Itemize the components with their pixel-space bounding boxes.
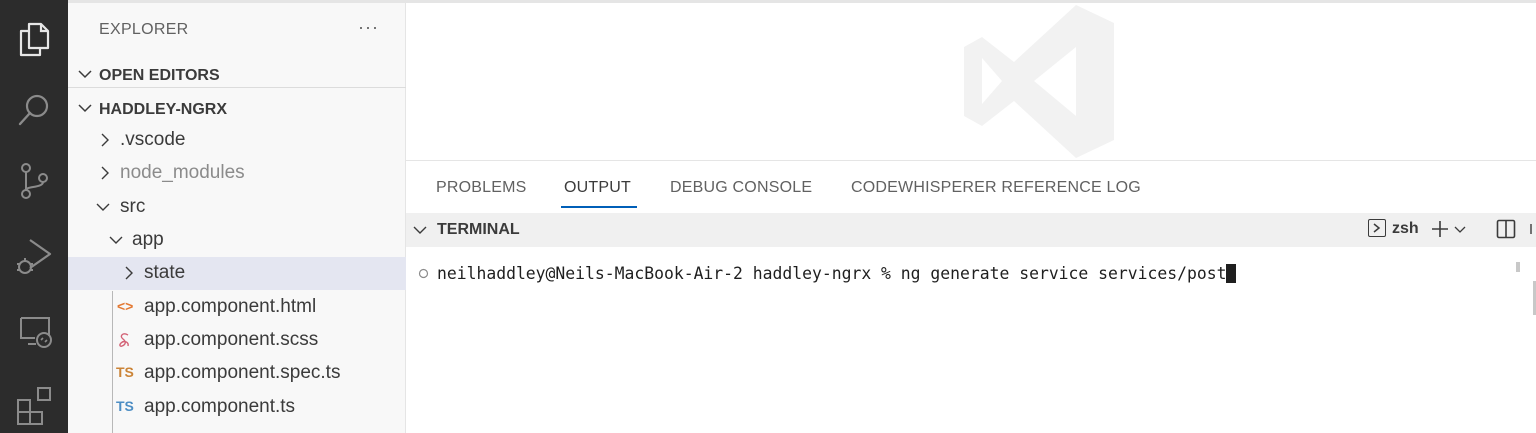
tree-item-label: app (132, 229, 164, 250)
tree-item-src[interactable]: src (68, 191, 406, 224)
tree-item-node-modules[interactable]: node_modules (68, 157, 406, 190)
indent-guide (112, 291, 113, 433)
tree-item-app-component-html[interactable]: <> app.component.html (68, 291, 406, 324)
html-file-icon: <> (117, 298, 134, 314)
tree-item-app-component-ts[interactable]: TS app.component.ts (68, 391, 406, 424)
tree-item-label: .vscode (120, 129, 186, 150)
tab-codewhisperer-reference-log[interactable]: CODEWHISPERER REFERENCE LOG (851, 179, 1141, 197)
tree-item-vscode[interactable]: .vscode (68, 124, 406, 157)
section-label: HADDLEY-NGRX (99, 101, 228, 118)
chevron-down-icon (413, 226, 427, 234)
new-terminal-icon[interactable] (1430, 219, 1450, 239)
explorer-title: EXPLORER (99, 21, 189, 38)
terminal-shell-icon[interactable] (1368, 219, 1386, 237)
more-actions-icon[interactable]: ··· (358, 17, 379, 38)
editor-area[interactable] (406, 3, 1536, 160)
chevron-down-icon (78, 70, 92, 79)
split-terminal-icon[interactable] (1496, 219, 1516, 239)
remote-explorer-icon[interactable] (12, 308, 56, 352)
project-section[interactable]: HADDLEY-NGRX (68, 95, 406, 127)
terminal-section-header[interactable]: TERMINAL zsh (406, 213, 1536, 247)
tree-item-label: src (120, 196, 146, 217)
tree-item-label: app.component.scss (144, 329, 319, 350)
terminal-cursor (1226, 264, 1237, 283)
extensions-icon[interactable] (12, 382, 56, 426)
explorer-sidebar: EXPLORER ··· OPEN EDITORS HADDLEY-NGRX .… (68, 3, 406, 433)
tree-item-label: app.component.spec.ts (144, 362, 341, 383)
chevron-down-icon[interactable] (1454, 223, 1466, 235)
search-icon[interactable] (12, 88, 56, 132)
activity-bar (0, 0, 68, 433)
tree-item-app-component-scss[interactable]: app.component.scss (68, 324, 406, 357)
run-debug-icon[interactable] (12, 234, 56, 278)
tab-output[interactable]: OUTPUT (564, 179, 631, 197)
open-editors-section[interactable]: OPEN EDITORS (68, 61, 406, 93)
chevron-right-icon (101, 166, 109, 180)
tree-item-app[interactable]: app (68, 224, 406, 257)
chevron-right-icon (101, 133, 109, 147)
chevron-down-icon (109, 236, 123, 244)
typescript-test-file-icon: TS (116, 364, 134, 380)
terminal-command-line: neilhaddley@Neils-MacBook-Air-2 haddley-… (437, 264, 1227, 283)
chevron-down-icon (78, 104, 92, 113)
tree-item-label: app.component.html (144, 296, 317, 317)
explorer-icon[interactable] (12, 16, 56, 60)
tree-item-label: app.component.ts (144, 396, 296, 417)
tree-item-label: node_modules (120, 162, 245, 183)
section-label: OPEN EDITORS (99, 67, 220, 84)
section-divider (68, 87, 406, 88)
terminal-output[interactable]: neilhaddley@Neils-MacBook-Air-2 haddley-… (437, 264, 1237, 283)
truncated-action-icon[interactable] (1530, 221, 1534, 237)
sass-file-icon (119, 333, 129, 347)
terminal-title: TERMINAL (437, 221, 520, 238)
source-control-icon[interactable] (12, 158, 56, 202)
bottom-panel: PROBLEMS OUTPUT DEBUG CONSOLE CODEWHISPE… (406, 160, 1536, 433)
chevron-down-icon (96, 203, 110, 211)
vscode-logo-watermark (964, 5, 1114, 158)
tab-problems[interactable]: PROBLEMS (436, 179, 527, 197)
tree-item-label: state (144, 262, 186, 283)
tree-item-state[interactable]: state (68, 257, 406, 290)
typescript-file-icon: TS (116, 398, 134, 414)
chevron-right-icon (125, 266, 133, 280)
terminal-shell-label[interactable]: zsh (1392, 220, 1419, 238)
tree-item-app-component-spec-ts[interactable]: TS app.component.spec.ts (68, 357, 406, 390)
terminal-scrollbar[interactable] (1516, 262, 1520, 272)
tab-debug-console[interactable]: DEBUG CONSOLE (670, 179, 812, 197)
active-tab-indicator (561, 206, 637, 208)
command-status-circle-icon (418, 268, 429, 279)
